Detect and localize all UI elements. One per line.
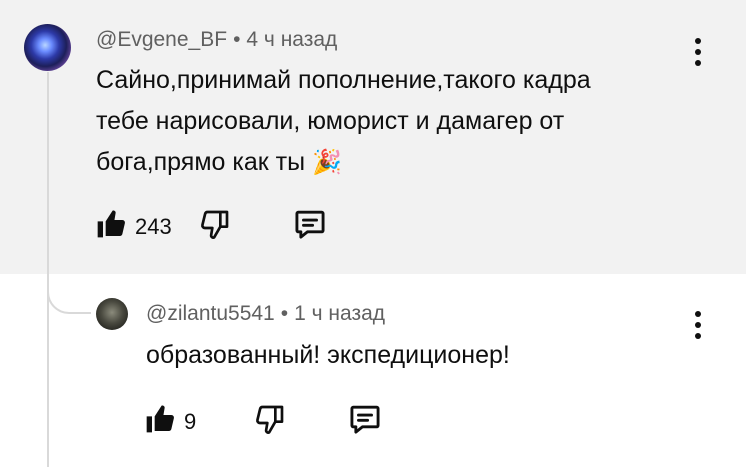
comment-actions: 243 (95, 208, 327, 245)
author-name[interactable]: @zilantu5541 (146, 302, 275, 325)
thumbs-up-icon[interactable] (95, 208, 127, 245)
party-popper-emoji: 🎉 (312, 149, 342, 176)
comment-text-line: бога,прямо как ты 🎉 (96, 148, 342, 176)
meta-separator: • (233, 28, 241, 51)
comment-meta: @Evgene_BF • 4 ч назад (96, 28, 337, 52)
thumbs-down-icon[interactable] (199, 208, 231, 245)
comment-text-line: Сайно,принимай пополнение,такого кадра (96, 66, 591, 94)
thread-connector (47, 270, 91, 314)
reply-meta: @zilantu5541 • 1 ч назад (146, 302, 385, 326)
like-count: 9 (184, 408, 197, 434)
more-vert-icon[interactable] (694, 38, 702, 66)
meta-separator: • (280, 302, 289, 325)
reply-actions: 9 (144, 403, 382, 440)
reply-icon[interactable] (348, 403, 382, 440)
avatar[interactable] (96, 298, 128, 330)
thumbs-up-icon[interactable] (144, 403, 176, 440)
comment-text: Сайно,принимай пополнение,такого кадра т… (96, 60, 696, 183)
reply-icon[interactable] (293, 208, 327, 245)
author-name[interactable]: @Evgene_BF (96, 28, 227, 51)
more-vert-icon[interactable] (694, 311, 702, 339)
avatar[interactable] (24, 24, 71, 71)
thumbs-down-icon[interactable] (254, 403, 286, 440)
comment-text-line: тебе нарисовали, юморист и дамагер от (96, 107, 565, 135)
timestamp[interactable]: 4 ч назад (246, 28, 337, 51)
like-count: 243 (135, 213, 172, 239)
timestamp[interactable]: 1 ч назад (294, 302, 385, 325)
reply-text: образованный! экспедиционер! (146, 341, 510, 369)
